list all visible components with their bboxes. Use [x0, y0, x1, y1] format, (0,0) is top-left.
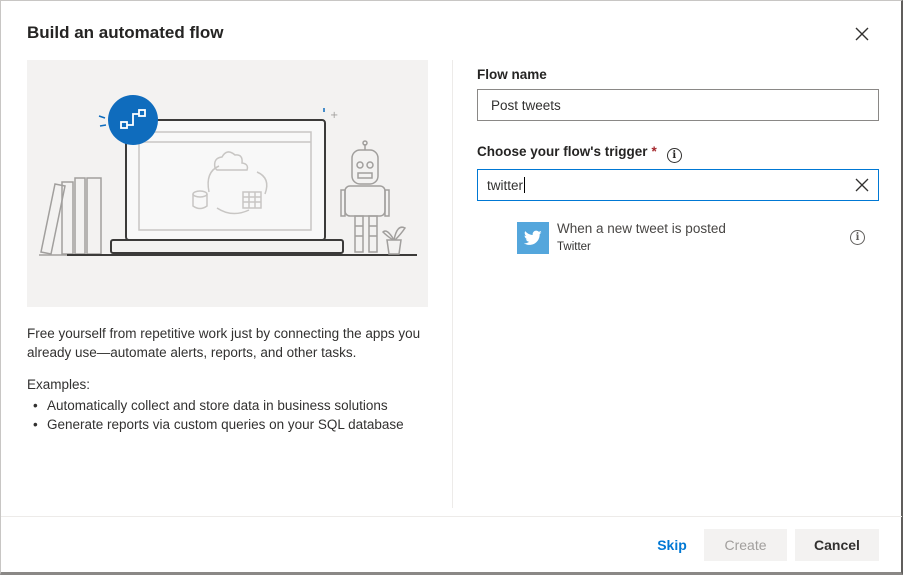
create-button[interactable]: Create: [704, 529, 787, 561]
result-connector: Twitter: [557, 241, 591, 253]
skip-button[interactable]: Skip: [647, 529, 697, 561]
dialog-title: Build an automated flow: [27, 23, 224, 42]
close-icon: [855, 27, 869, 41]
examples-list: Automatically collect and store data in …: [33, 396, 404, 434]
trigger-search-input[interactable]: twitter: [477, 169, 879, 201]
example-item: Automatically collect and store data in …: [33, 396, 404, 415]
cancel-button[interactable]: Cancel: [795, 529, 879, 561]
trigger-search-value: twitter: [487, 177, 524, 193]
result-info-icon[interactable]: i: [850, 230, 865, 245]
flow-name-input[interactable]: Post tweets: [477, 89, 879, 121]
required-marker: *: [651, 144, 657, 159]
example-item: Generate reports via custom queries on y…: [33, 415, 404, 434]
clear-search-icon[interactable]: [854, 177, 870, 193]
flow-name-value: Post tweets: [491, 97, 561, 113]
footer-divider: [1, 516, 902, 517]
text-caret: [524, 177, 526, 193]
svg-text:+: +: [330, 110, 338, 121]
result-name: When a new tweet is posted: [557, 221, 726, 236]
examples-title: Examples:: [27, 377, 91, 392]
trigger-result-item[interactable]: When a new tweet is posted Twitter i: [517, 221, 877, 257]
twitter-bird-icon: [517, 222, 549, 254]
build-flow-dialog: Build an automated flow + Free yourself …: [0, 0, 903, 575]
laptop-robot-illustration: +: [39, 95, 417, 256]
info-icon[interactable]: i: [666, 148, 682, 163]
flow-illustration: +: [27, 60, 428, 307]
flow-description: Free yourself from repetitive work just …: [27, 326, 421, 360]
trigger-label: Choose your flow's trigger * i: [477, 144, 682, 163]
flow-name-label: Flow name: [477, 67, 547, 82]
vertical-divider: [452, 60, 453, 508]
close-button[interactable]: [849, 21, 875, 47]
trigger-label-text: Choose your flow's trigger: [477, 144, 648, 159]
